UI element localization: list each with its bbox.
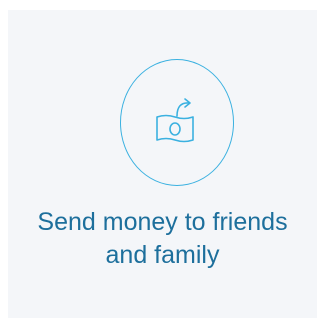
promo-headline: Send money to friends and family xyxy=(8,206,317,272)
headline-line-2: and family xyxy=(105,241,220,269)
promo-card[interactable]: Send money to friends and family xyxy=(8,10,317,318)
headline-line-1: Send money to friends xyxy=(37,208,288,236)
money-bill-send-icon xyxy=(156,98,194,143)
page: Send money to friends and family xyxy=(0,0,325,327)
icon-circle xyxy=(120,59,234,186)
